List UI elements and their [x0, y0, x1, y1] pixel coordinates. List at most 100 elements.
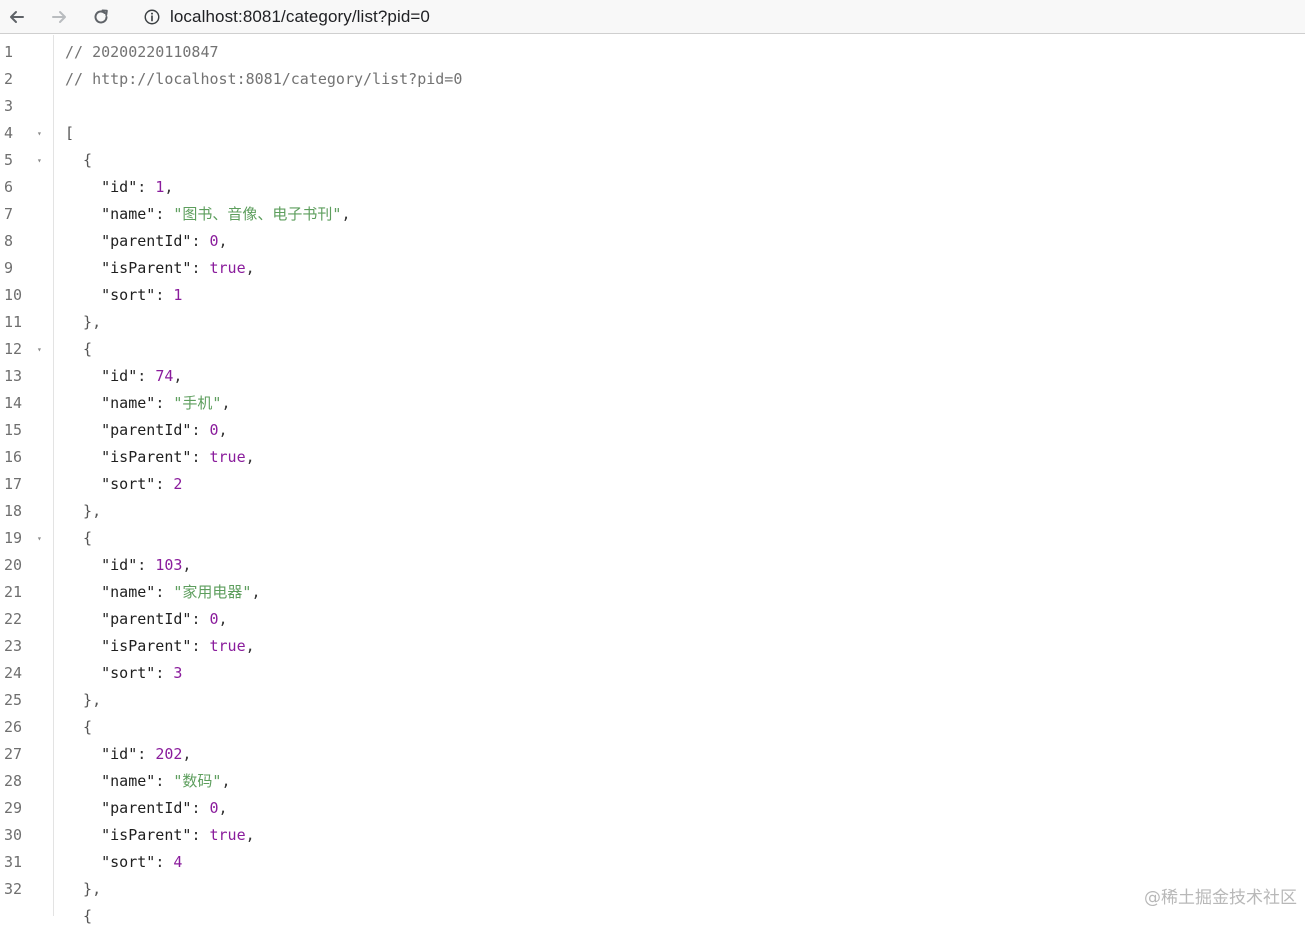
json-token: 0 — [210, 610, 219, 628]
line-content: "name": "数码", — [65, 768, 230, 795]
json-token: "name" — [65, 583, 155, 601]
json-token: "parentId" — [65, 799, 191, 817]
info-icon[interactable] — [142, 7, 162, 27]
json-viewer: 1// 202002201108472// http://localhost:8… — [0, 35, 1305, 916]
line-number: 6 — [4, 174, 34, 201]
line-content: }, — [65, 498, 101, 525]
json-token: : — [137, 745, 155, 763]
code-line: 28 "name": "数码", — [0, 768, 1305, 795]
line-number: 29 — [4, 795, 34, 822]
line-content: { — [65, 147, 92, 174]
line-content: { — [65, 714, 92, 741]
json-token: 74 — [155, 367, 173, 385]
json-token: , — [246, 637, 255, 655]
line-content: "parentId": 0, — [65, 228, 228, 255]
line-content: "isParent": true, — [65, 444, 255, 471]
json-token: , — [221, 772, 230, 790]
json-token: , — [173, 367, 182, 385]
json-token: // http://localhost:8081/category/list?p… — [65, 70, 462, 88]
json-token: "sort" — [65, 286, 155, 304]
line-number: 2 — [4, 66, 34, 93]
line-content: [ — [65, 120, 74, 147]
line-number: 22 — [4, 606, 34, 633]
line-content: "name": "家用电器", — [65, 579, 260, 606]
line-number: 24 — [4, 660, 34, 687]
line-content: "id": 74, — [65, 363, 182, 390]
line-number: 32 — [4, 876, 34, 903]
json-token: }, — [65, 313, 101, 331]
json-token: { — [65, 529, 92, 547]
line-content: "sort": 1 — [65, 282, 182, 309]
json-token: "name" — [65, 772, 155, 790]
json-token: true — [210, 448, 246, 466]
code-line: 10 "sort": 1 — [0, 282, 1305, 309]
line-number: 17 — [4, 471, 34, 498]
json-token: "sort" — [65, 664, 155, 682]
line-content: "isParent": true, — [65, 633, 255, 660]
back-button[interactable] — [4, 4, 30, 30]
json-token: : — [191, 826, 209, 844]
code-line: 9 "isParent": true, — [0, 255, 1305, 282]
address-bar[interactable]: localhost:8081/category/list?pid=0 — [142, 3, 430, 31]
code-line: 2 // http://localhost:8081/category/list?… — [0, 66, 1305, 93]
line-number: 4 — [4, 120, 34, 147]
code-line: { — [0, 903, 1305, 930]
code-line: 6 "id": 1, — [0, 174, 1305, 201]
code-line: 24 "sort": 3 — [0, 660, 1305, 687]
line-number: 9 — [4, 255, 34, 282]
code-line: 22 "parentId": 0, — [0, 606, 1305, 633]
fold-toggle-icon[interactable]: ▾ — [37, 147, 47, 174]
json-token: "isParent" — [65, 259, 191, 277]
json-token: : — [137, 178, 155, 196]
json-token: , — [219, 610, 228, 628]
reload-button[interactable] — [88, 4, 114, 30]
fold-toggle-icon[interactable]: ▾ — [37, 120, 47, 147]
code-line: 16 "isParent": true, — [0, 444, 1305, 471]
fold-toggle-icon[interactable]: ▾ — [37, 336, 47, 363]
json-token: , — [341, 205, 350, 223]
json-token: : — [191, 232, 209, 250]
json-token: , — [164, 178, 173, 196]
json-token: : — [191, 637, 209, 655]
line-content: }, — [65, 687, 101, 714]
line-content: { — [65, 903, 92, 930]
code-line: 14 "name": "手机", — [0, 390, 1305, 417]
json-token: : — [155, 205, 173, 223]
fold-toggle-icon[interactable]: ▾ — [37, 525, 47, 552]
arrow-right-icon — [49, 7, 69, 27]
line-number: 8 — [4, 228, 34, 255]
line-number: 14 — [4, 390, 34, 417]
json-token: { — [65, 151, 92, 169]
line-content: }, — [65, 876, 101, 903]
json-token: : — [137, 556, 155, 574]
json-token: : — [155, 853, 173, 871]
code-line: 23 "isParent": true, — [0, 633, 1305, 660]
url-text[interactable]: localhost:8081/category/list?pid=0 — [170, 7, 430, 27]
line-content: "name": "手机", — [65, 390, 230, 417]
json-token: , — [246, 259, 255, 277]
json-token: "数码" — [173, 772, 221, 790]
code-line: 26 { — [0, 714, 1305, 741]
line-content: "parentId": 0, — [65, 795, 228, 822]
code-line: 12▾ { — [0, 336, 1305, 363]
code-line: 4▾ [ — [0, 120, 1305, 147]
browser-toolbar: localhost:8081/category/list?pid=0 — [0, 0, 1305, 34]
json-token: "name" — [65, 205, 155, 223]
line-content: "name": "图书、音像、电子书刊", — [65, 201, 350, 228]
json-token: "isParent" — [65, 448, 191, 466]
json-token: , — [182, 556, 191, 574]
forward-button[interactable] — [46, 4, 72, 30]
line-number: 5 — [4, 147, 34, 174]
json-token: 0 — [210, 799, 219, 817]
json-token: // 20200220110847 — [65, 43, 219, 61]
json-token: "手机" — [173, 394, 221, 412]
arrow-left-icon — [7, 7, 27, 27]
json-token: "家用电器" — [173, 583, 251, 601]
line-content: "sort": 2 — [65, 471, 182, 498]
json-token: "name" — [65, 394, 155, 412]
code-line: 8 "parentId": 0, — [0, 228, 1305, 255]
json-token: : — [191, 259, 209, 277]
line-number: 21 — [4, 579, 34, 606]
json-token: 202 — [155, 745, 182, 763]
json-token: 2 — [173, 475, 182, 493]
